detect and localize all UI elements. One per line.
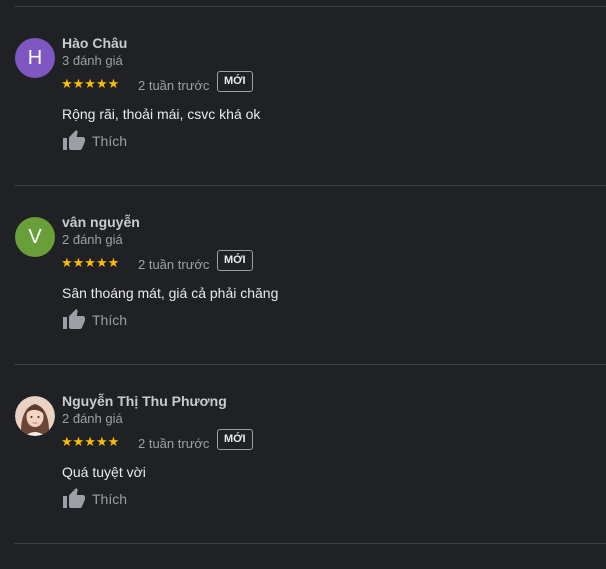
- review-text: Rộng rãi, thoải mái, csvc khá ok: [62, 106, 261, 122]
- avatar[interactable]: [15, 396, 55, 436]
- review-count: 2 đánh giá: [62, 411, 123, 426]
- thumbs-up-icon: [63, 309, 85, 329]
- like-label: Thích: [92, 312, 128, 328]
- star-rating: ★★★★★: [61, 76, 120, 91]
- reviewer-name[interactable]: vân nguyễn: [62, 214, 140, 230]
- new-badge: MỚI: [217, 250, 253, 271]
- review-count: 2 đánh giá: [62, 232, 123, 247]
- star-rating: ★★★★★: [61, 255, 120, 270]
- thumbs-up-icon: [63, 488, 85, 508]
- like-label: Thích: [92, 491, 128, 507]
- review-time: 2 tuần trước: [138, 257, 210, 272]
- like-button[interactable]: Thích: [62, 129, 127, 153]
- reviewer-name[interactable]: Hào Châu: [62, 35, 127, 51]
- avatar-letter: V: [28, 225, 42, 248]
- review-text: Quá tuyệt vời: [62, 464, 146, 480]
- divider: [14, 543, 606, 544]
- review-card: Nguyễn Thị Thu Phương 2 đánh giá ★★★★★ 2…: [0, 365, 606, 543]
- like-label: Thích: [92, 133, 128, 149]
- review-time: 2 tuần trước: [138, 436, 210, 451]
- like-button[interactable]: Thích: [62, 308, 127, 332]
- review-text: Sân thoáng mát, giá cả phải chăng: [62, 285, 279, 301]
- review-card: V vân nguyễn 2 đánh giá ★★★★★ 2 tuần trư…: [0, 186, 606, 364]
- reviewer-name[interactable]: Nguyễn Thị Thu Phương: [62, 393, 227, 409]
- thumbs-up-icon: [63, 130, 85, 150]
- avatar[interactable]: H: [15, 38, 55, 78]
- avatar[interactable]: V: [15, 217, 55, 257]
- like-button[interactable]: Thích: [62, 487, 127, 511]
- review-count: 3 đánh giá: [62, 53, 123, 68]
- review-card: H Hào Châu 3 đánh giá ★★★★★ 2 tuần trước…: [0, 7, 606, 185]
- profile-photo-icon: [15, 396, 55, 436]
- new-badge: MỚI: [217, 429, 253, 450]
- avatar-letter: H: [27, 46, 43, 69]
- review-time: 2 tuần trước: [138, 78, 210, 93]
- new-badge: MỚI: [217, 71, 253, 92]
- star-rating: ★★★★★: [61, 434, 120, 449]
